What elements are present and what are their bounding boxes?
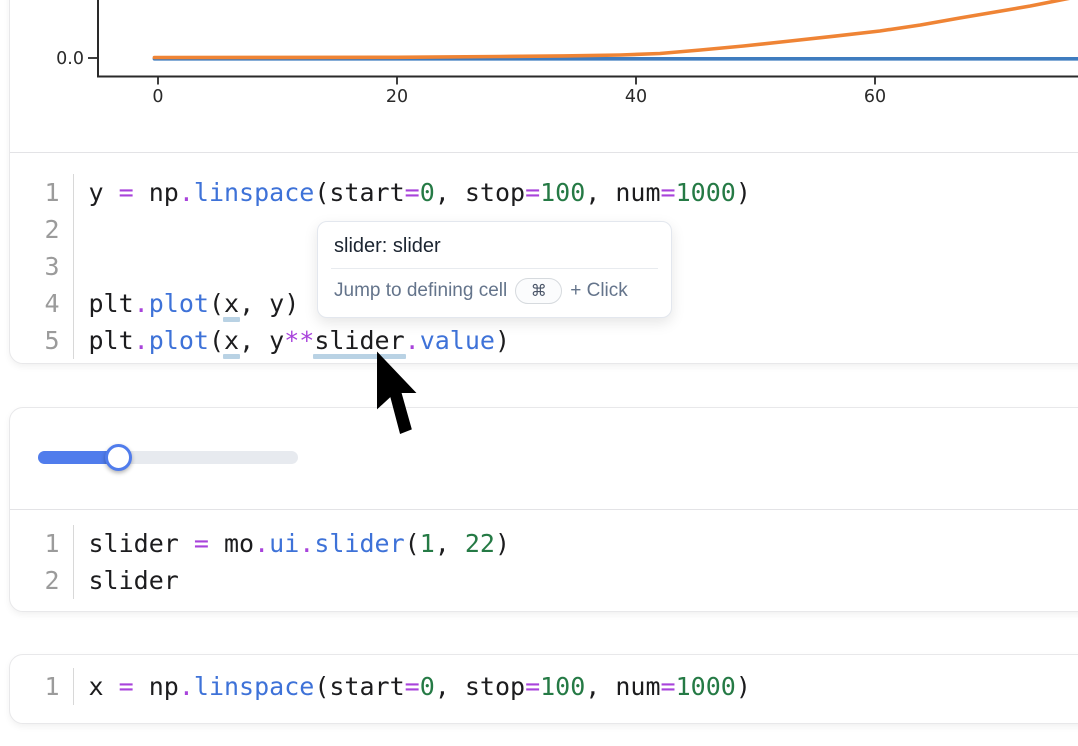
- code-line[interactable]: 5 plt.plot(x, y**slider.value): [10, 322, 1078, 359]
- mouse-cursor-icon: [374, 351, 421, 435]
- y-tick-label: 0.0: [56, 49, 84, 69]
- command-key-badge: ⌘: [515, 278, 562, 304]
- variable-x-underlined[interactable]: x: [224, 326, 239, 355]
- tooltip-hint-text: Jump to defining cell: [334, 280, 507, 302]
- code-line[interactable]: 1 y = np.linspace(start=0, stop=100, num=…: [10, 174, 1078, 211]
- notebook-cell-x: 1 x = np.linspace(start=0, stop=100, num=…: [9, 654, 1078, 724]
- line-number: 4: [10, 285, 74, 322]
- code-text: x = np.linspace(start=0, stop=100, num=1…: [89, 672, 751, 701]
- code-text: y = np.linspace(start=0, stop=100, num=1…: [89, 178, 751, 207]
- x-tick-label: 60: [864, 87, 886, 107]
- variable-x-underlined[interactable]: x: [224, 289, 239, 318]
- code-text: slider: [89, 566, 179, 595]
- slider-track[interactable]: [38, 451, 298, 464]
- x-tick-label: 0: [152, 87, 163, 107]
- code-line[interactable]: 2 slider: [10, 562, 1078, 599]
- matplotlib-line-chart: 0.0 0 20 40 60: [0, 0, 1078, 118]
- code-editor[interactable]: 1 x = np.linspace(start=0, stop=100, num=…: [10, 655, 1078, 705]
- variable-hover-tooltip: slider: slider Jump to defining cell ⌘ +…: [317, 221, 672, 318]
- line-number: 3: [10, 248, 74, 285]
- line-number: 2: [10, 211, 74, 248]
- code-text: slider = mo.ui.slider(1, 22): [89, 529, 511, 558]
- tooltip-hint-row: Jump to defining cell ⌘ + Click: [318, 269, 671, 317]
- tooltip-hint-suffix: + Click: [570, 280, 628, 302]
- slider-thumb[interactable]: [105, 444, 132, 471]
- line-number: 1: [10, 668, 74, 705]
- code-editor[interactable]: 1 slider = mo.ui.slider(1, 22) 2 slider: [10, 509, 1078, 599]
- slider-output-area: [10, 408, 1078, 509]
- series-line: [154, 0, 1072, 57]
- line-number: 5: [10, 322, 74, 359]
- code-text: plt.plot(x, y): [89, 289, 300, 318]
- line-number: 1: [10, 174, 74, 211]
- x-tick-label: 20: [386, 87, 408, 107]
- code-line[interactable]: 1 x = np.linspace(start=0, stop=100, num=…: [10, 668, 1078, 705]
- tooltip-title: slider: slider: [318, 222, 671, 268]
- notebook-cell-slider: 1 slider = mo.ui.slider(1, 22) 2 slider: [9, 407, 1078, 612]
- code-text: plt.plot(x, y**slider.value): [89, 326, 511, 355]
- line-number: 1: [10, 525, 74, 562]
- line-number: 2: [10, 562, 74, 599]
- x-tick-label: 40: [625, 87, 647, 107]
- code-line[interactable]: 1 slider = mo.ui.slider(1, 22): [10, 525, 1078, 562]
